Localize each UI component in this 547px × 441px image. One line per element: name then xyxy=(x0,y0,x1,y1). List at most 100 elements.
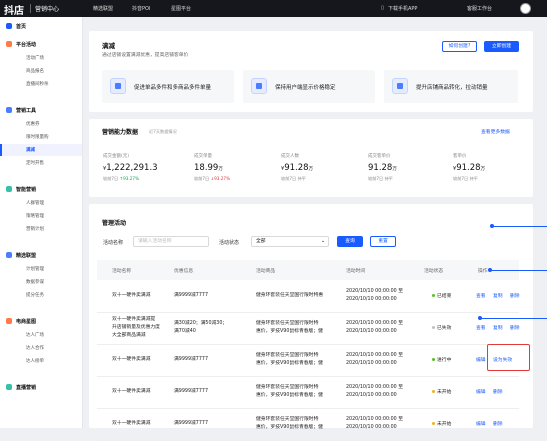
action-link[interactable]: 删除 xyxy=(493,388,503,395)
action-link[interactable]: 查看 xyxy=(476,324,486,331)
sidebar-item[interactable]: 平台活动 xyxy=(0,38,82,50)
time-cell: 2020/10/10 00:00:00 xyxy=(346,393,397,398)
sidebar-item[interactable]: 优惠券 xyxy=(0,118,82,130)
topnav-item-poi[interactable]: 抖音POI xyxy=(132,5,150,12)
goods-cell: 健身环套装任天堂国行限时特惠 xyxy=(256,293,324,298)
reset-button[interactable]: 重置 xyxy=(370,236,396,247)
create-now-button[interactable]: 立即创建 xyxy=(484,41,519,52)
change-label: 较前7日 xyxy=(194,176,210,181)
activity-status-select[interactable]: 全部 ⌄ xyxy=(251,236,329,247)
stat-value: ¥1,222,291.3 xyxy=(103,163,179,173)
sidebar: 首页平台活动活动广场商品报名直播间秒杀营销工具优惠券限时限量购满减 定时开售智能营… xyxy=(0,17,83,428)
service-workbench-link[interactable]: 客服工作台 xyxy=(467,5,492,12)
action-link[interactable]: 编辑 xyxy=(476,388,486,395)
download-app-link[interactable]: 下载手机APP xyxy=(388,5,417,12)
topnav-item-xingtu[interactable]: 星图平台 xyxy=(171,5,191,12)
sidebar-item[interactable]: 提分任务 xyxy=(0,289,82,301)
sidebar-item-label: 直播营销 xyxy=(16,385,37,391)
feature-label: 提升店铺商品转化，拉动销量 xyxy=(416,85,488,91)
section-icon xyxy=(6,23,12,29)
status-badge: 进行中 xyxy=(432,356,451,363)
chart-icon xyxy=(392,78,408,94)
query-button[interactable]: 查询 xyxy=(337,236,363,247)
column-header: 优惠信息 xyxy=(174,269,194,274)
stat-label: 成交单量 xyxy=(194,154,212,159)
stat-card: 成交人数 ¥91.28万 较前7日 持平 xyxy=(281,153,357,182)
action-link[interactable]: 删除 xyxy=(510,292,520,299)
goods-cell: 健身环套装任天堂国行限时特 xyxy=(256,417,319,422)
stat-value: ¥91.28万 xyxy=(281,163,357,173)
goods-cell: 惠价，罗技V90鼠标青春版；健 xyxy=(256,393,323,398)
sidebar-item-label: 达人广场 xyxy=(26,333,44,338)
goods-cell: 惠价，罗技V90鼠标青春版；健 xyxy=(256,329,323,334)
sidebar-item-label: 限时限量购 xyxy=(26,135,49,140)
sidebar-item[interactable]: 活动广场 xyxy=(0,52,82,64)
offer-cell: 满30减20；满50减30； xyxy=(174,321,228,326)
status-text: 未开始 xyxy=(437,390,452,395)
sidebar-item-label: 直播间秒杀 xyxy=(26,82,49,87)
action-link[interactable]: 编辑 xyxy=(476,356,486,363)
activity-name-label: 活动名称 xyxy=(103,240,124,246)
sidebar-item[interactable]: 智能营销 xyxy=(0,183,82,195)
sidebar-item[interactable]: 直播间秒杀 xyxy=(0,78,82,90)
time-cell: 2020/10/10 00:00:00 xyxy=(346,361,397,366)
status-text: 已结束 xyxy=(437,294,452,299)
goods-cell: 健身环套装任天堂国行限时特 xyxy=(256,353,319,358)
sidebar-item-label: 提分任务 xyxy=(26,293,44,298)
section-title: 管理活动 xyxy=(102,220,127,227)
sidebar-item[interactable]: 营销工具 xyxy=(0,104,82,116)
section-icon xyxy=(6,41,12,47)
sidebar-item-label: 策略管理 xyxy=(26,214,44,219)
sidebar-item[interactable]: 计划管理 xyxy=(0,263,82,275)
sidebar-item[interactable]: 营销计划 xyxy=(0,223,82,235)
sidebar-item[interactable]: 首页 xyxy=(0,20,82,32)
action-link[interactable]: 复制 xyxy=(493,324,503,331)
sidebar-item[interactable]: 定时开售 xyxy=(0,157,82,169)
sidebar-item-label: 智能营销 xyxy=(16,187,37,193)
sidebar-item[interactable]: 限时限量购 xyxy=(0,131,82,143)
time-cell: 2020/10/10 00:00:00 xyxy=(346,297,397,302)
phone-icon: ▯ xyxy=(381,5,384,11)
status-badge: 未开始 xyxy=(432,420,451,427)
sidebar-item[interactable]: 精选联盟 xyxy=(0,249,82,261)
sidebar-item[interactable]: 策略管理 xyxy=(0,210,82,222)
sidebar-item[interactable]: 达人广场 xyxy=(0,329,82,341)
action-link[interactable]: 查看 xyxy=(476,292,486,299)
activity-name-cell: 大全部商品满减 xyxy=(112,333,146,338)
column-header: 活动名称 xyxy=(112,269,132,274)
sidebar-item[interactable]: 数据参谋 xyxy=(0,276,82,288)
sidebar-item-label: 营销计划 xyxy=(26,227,44,232)
sidebar-item[interactable]: 达人合作 xyxy=(0,342,82,354)
activity-name-input[interactable]: 请输入活动名称 xyxy=(133,236,209,247)
status-dot xyxy=(432,358,435,361)
topnav-item-alliance[interactable]: 精选联盟 xyxy=(93,5,113,12)
action-link[interactable]: 复制 xyxy=(493,292,503,299)
avatar[interactable] xyxy=(520,3,531,14)
action-link[interactable]: 删除 xyxy=(493,420,503,427)
annotation-marker xyxy=(488,268,492,272)
column-header: 活动商品 xyxy=(256,269,276,274)
how-to-create-button[interactable]: 如何创建? xyxy=(442,41,477,52)
action-link[interactable]: 删除 xyxy=(510,324,520,331)
sidebar-item[interactable]: 直播营销 xyxy=(0,381,82,393)
section-icon xyxy=(6,252,12,258)
view-more-link[interactable]: 查看更多数据 xyxy=(481,128,510,135)
sidebar-item[interactable]: 达人榜单 xyxy=(0,355,82,367)
status-badge: 已结束 xyxy=(432,292,451,299)
feature-card: 保持用户端显示价格稳定 xyxy=(243,70,375,103)
stat-card: 客单价 ¥91.28万 较前7日 持平 xyxy=(453,153,529,182)
highlight-box xyxy=(487,344,530,371)
offer-cell: 满9999减7777 xyxy=(174,357,209,362)
sidebar-item-label: 活动广场 xyxy=(26,56,44,61)
section-icon xyxy=(6,384,12,390)
stat-change: 较前7日 持平 xyxy=(281,176,357,182)
sidebar-item[interactable]: 满减 xyxy=(0,144,82,156)
sidebar-item[interactable]: 人群管理 xyxy=(0,197,82,209)
sidebar-item[interactable]: 电商星图 xyxy=(0,315,82,327)
price-tag-icon xyxy=(251,78,267,94)
sidebar-item[interactable]: 商品报名 xyxy=(0,65,82,77)
action-link[interactable]: 编辑 xyxy=(476,420,486,427)
annotation-line xyxy=(490,270,547,271)
active-indicator xyxy=(0,144,2,156)
app-name: 营销中心 xyxy=(35,6,60,13)
